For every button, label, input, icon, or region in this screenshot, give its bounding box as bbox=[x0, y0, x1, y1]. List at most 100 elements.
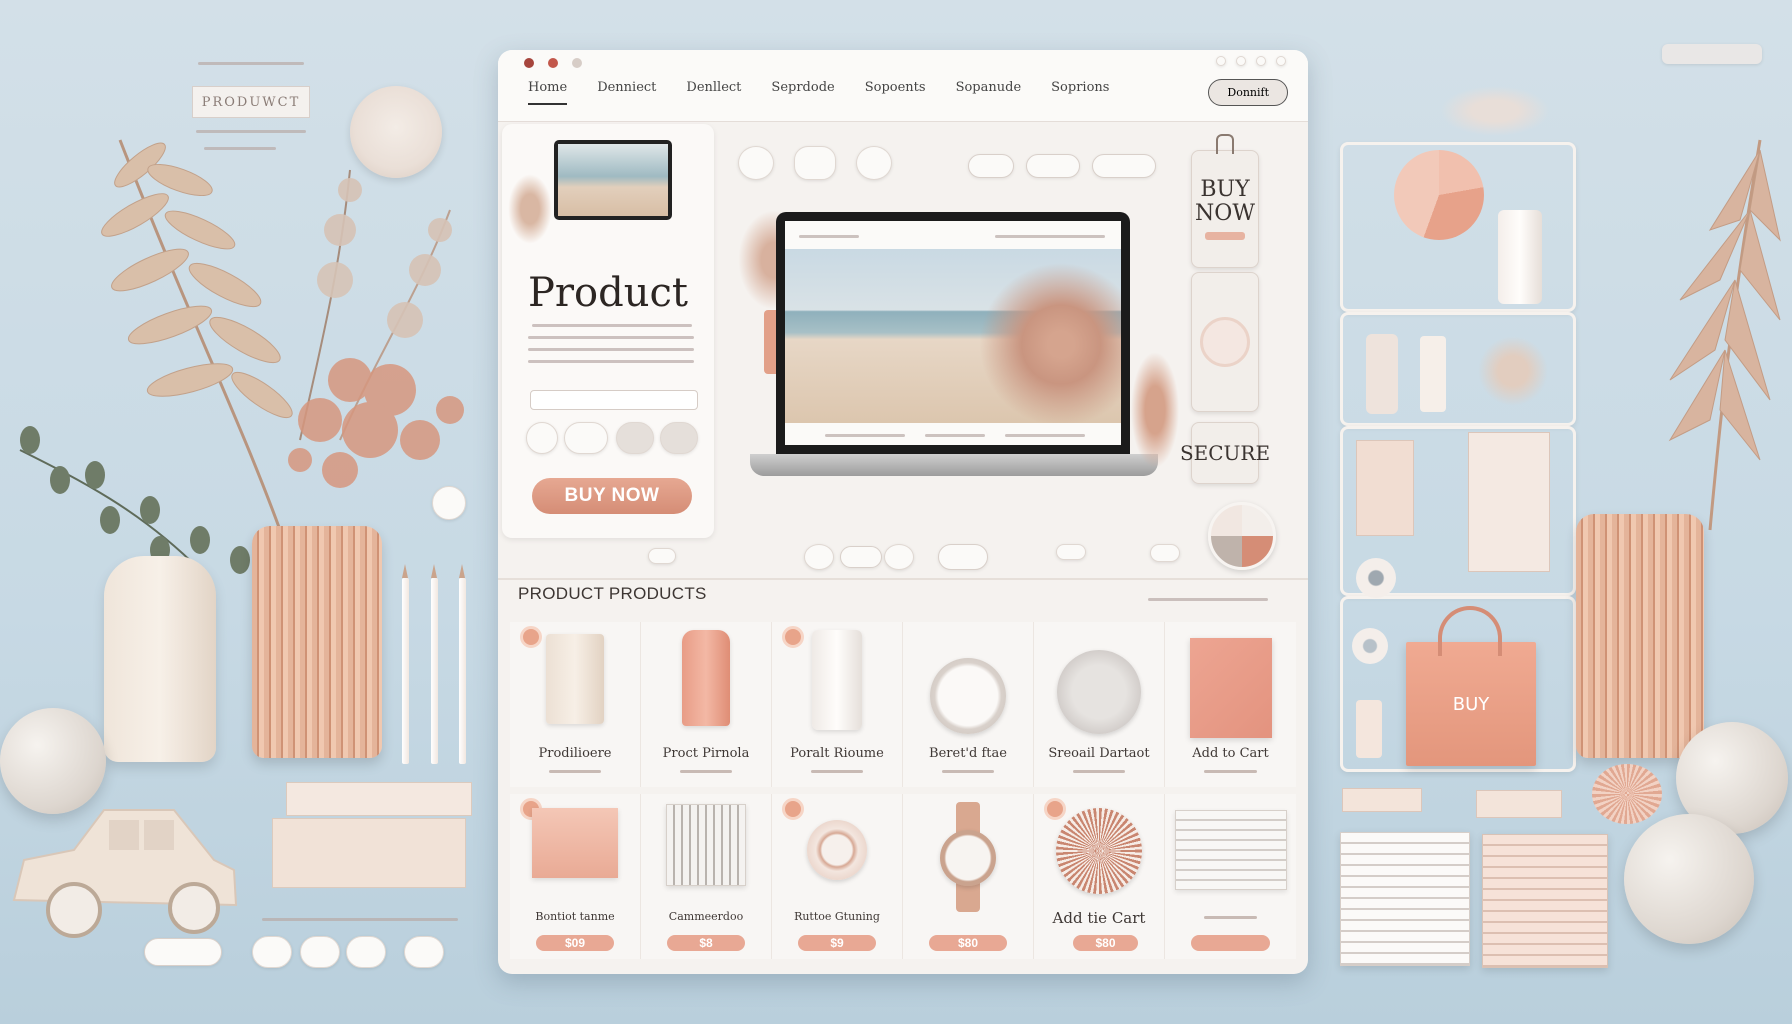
badge-icon bbox=[782, 626, 804, 648]
product-name: Bontiot tanme bbox=[535, 910, 615, 923]
product-tag-label: PRODUWCT bbox=[201, 94, 301, 110]
decor-button bbox=[346, 936, 386, 968]
product-card[interactable]: Poralt Rioume bbox=[772, 622, 903, 787]
side-card-image bbox=[1200, 317, 1250, 367]
decor-item bbox=[1366, 334, 1398, 414]
decor-ring bbox=[1352, 628, 1388, 664]
window-close-icon[interactable] bbox=[524, 58, 534, 68]
filter-pill[interactable] bbox=[840, 546, 882, 568]
palm-leaf-icon bbox=[1668, 139, 1781, 531]
product-card[interactable]: Ruttoe Gtuning $9 bbox=[772, 794, 903, 959]
decor-ball bbox=[1624, 814, 1754, 944]
laptop-base bbox=[750, 454, 1158, 476]
decor-card bbox=[1356, 440, 1414, 536]
faux-text bbox=[1005, 434, 1085, 437]
icon-button[interactable] bbox=[738, 146, 774, 180]
product-name: Ruttoe Gtuning bbox=[794, 910, 880, 923]
buy-now-card-label: BUY NOW bbox=[1195, 177, 1255, 226]
pencil-icon bbox=[431, 564, 438, 764]
nav-link[interactable]: Denniect bbox=[597, 80, 656, 105]
window-minimize-icon[interactable] bbox=[548, 58, 558, 68]
icon-button[interactable] bbox=[1056, 544, 1086, 560]
option-button[interactable] bbox=[564, 422, 608, 454]
product-name: Beret'd ftae bbox=[929, 746, 1007, 761]
small-icon-button[interactable] bbox=[432, 486, 466, 520]
price-tag[interactable] bbox=[1191, 935, 1270, 951]
product-card[interactable]: Cammeerdoo $8 bbox=[641, 794, 772, 959]
product-card[interactable]: $80 bbox=[903, 794, 1034, 959]
product-card[interactable]: Add tie Cart $80 bbox=[1034, 794, 1165, 959]
decor-card bbox=[286, 782, 472, 816]
faux-text bbox=[825, 434, 905, 437]
nav-link[interactable]: Soprions bbox=[1051, 80, 1109, 105]
product-card[interactable]: Sreoail Dartaot bbox=[1034, 622, 1165, 787]
icon-button[interactable] bbox=[1150, 544, 1180, 562]
icon-button[interactable] bbox=[804, 544, 834, 570]
filter-pill[interactable] bbox=[968, 154, 1014, 178]
filter-pill[interactable] bbox=[1092, 154, 1156, 178]
product-grid-row-1: Prodilioere Proct Pirnola Poralt Rioume … bbox=[510, 622, 1296, 787]
buy-now-card[interactable]: BUY NOW bbox=[1191, 150, 1259, 268]
product-name: Poralt Rioume bbox=[790, 746, 884, 761]
laptop-screen bbox=[776, 212, 1130, 454]
icon-button[interactable] bbox=[794, 146, 836, 180]
faux-text bbox=[1148, 598, 1268, 601]
faux-text bbox=[198, 62, 304, 65]
tool-icon[interactable] bbox=[1236, 56, 1246, 66]
product-card[interactable]: Proct Pirnola bbox=[641, 622, 772, 787]
product-subtitle bbox=[1204, 770, 1257, 773]
toolbar-pill[interactable] bbox=[1662, 44, 1762, 64]
price-tag[interactable]: $80 bbox=[1073, 935, 1138, 951]
product-card[interactable]: Beret'd ftae bbox=[903, 622, 1034, 787]
price-tag[interactable]: $8 bbox=[667, 935, 745, 951]
decor-card bbox=[272, 818, 466, 888]
nav-link-home[interactable]: Home bbox=[528, 80, 568, 105]
icon-button[interactable] bbox=[648, 548, 676, 564]
faux-text bbox=[995, 235, 1105, 238]
nav-link[interactable]: Denllect bbox=[686, 80, 741, 105]
product-image-box bbox=[532, 808, 618, 878]
product-subtitle bbox=[1204, 916, 1257, 919]
tool-icon[interactable] bbox=[1216, 56, 1226, 66]
decor-button bbox=[252, 936, 292, 968]
product-name-add-to-cart[interactable]: Add to Cart bbox=[1165, 746, 1296, 761]
nav-link[interactable]: Sopoents bbox=[865, 80, 926, 105]
decor-card bbox=[1468, 432, 1550, 572]
price-tag[interactable]: $80 bbox=[929, 935, 1007, 951]
icon-button[interactable] bbox=[884, 544, 914, 570]
secure-card-label: SECURE bbox=[1179, 441, 1271, 465]
filter-pill[interactable] bbox=[938, 544, 988, 570]
buy-now-button[interactable]: BUY NOW bbox=[532, 478, 692, 514]
nav-link[interactable]: Sopanude bbox=[956, 80, 1022, 105]
filter-pill[interactable] bbox=[1026, 154, 1080, 178]
price-tag[interactable]: $09 bbox=[536, 935, 614, 951]
option-button[interactable] bbox=[526, 422, 558, 454]
product-card[interactable] bbox=[1165, 794, 1296, 959]
decor-bottle bbox=[1498, 210, 1542, 304]
option-button[interactable] bbox=[616, 422, 654, 454]
window-zoom-icon[interactable] bbox=[572, 58, 582, 68]
product-side-card[interactable] bbox=[1191, 272, 1259, 412]
hero-input[interactable] bbox=[530, 390, 698, 410]
option-button[interactable] bbox=[660, 422, 698, 454]
nav-link[interactable]: Seprdode bbox=[771, 80, 834, 105]
decor-item bbox=[1420, 336, 1446, 412]
tool-icon[interactable] bbox=[1276, 56, 1286, 66]
decor-lace bbox=[1440, 86, 1550, 136]
price-tag[interactable]: $9 bbox=[798, 935, 876, 951]
window-tools bbox=[1216, 56, 1286, 66]
faux-text bbox=[532, 324, 692, 327]
section-divider bbox=[498, 578, 1308, 580]
clip-icon bbox=[1216, 134, 1234, 154]
nav-cta-button[interactable]: Donnift bbox=[1208, 79, 1288, 106]
product-card[interactable]: Add to Cart bbox=[1165, 622, 1296, 787]
product-card[interactable]: Prodilioere bbox=[510, 622, 641, 787]
product-card[interactable]: Bontiot tanme $09 bbox=[510, 794, 641, 959]
browser-window: Home Denniect Denllect Seprdode Sopoents… bbox=[498, 50, 1308, 974]
tool-icon[interactable] bbox=[1256, 56, 1266, 66]
product-image-compact bbox=[807, 820, 867, 880]
product-name-add-to-cart[interactable]: Add tie Cart bbox=[1034, 909, 1164, 927]
beach-foliage bbox=[971, 249, 1121, 423]
icon-button[interactable] bbox=[856, 146, 892, 180]
product-subtitle bbox=[680, 770, 732, 773]
